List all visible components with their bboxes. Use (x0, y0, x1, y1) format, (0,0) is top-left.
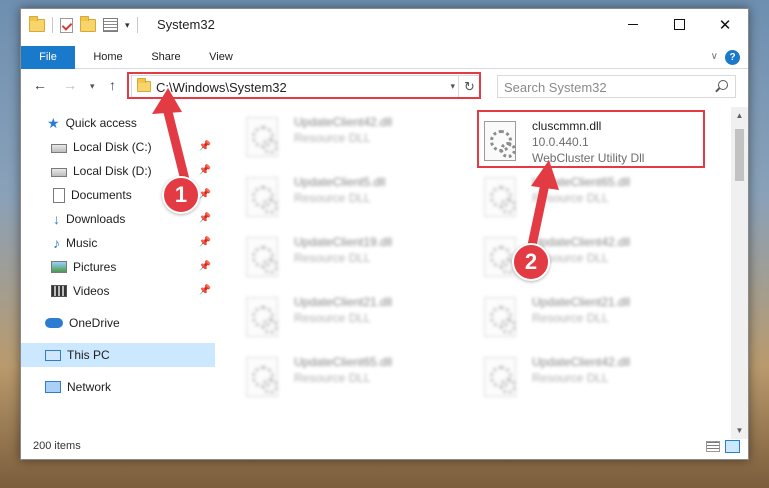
arrow-to-file (526, 179, 550, 255)
arrow-head-2 (531, 160, 559, 190)
arrow-head-1 (152, 88, 182, 114)
annotation-arrows (152, 88, 559, 255)
callout-step-1: 1 (162, 176, 200, 214)
callout-step-2: 2 (512, 243, 550, 281)
arrow-to-address-bar (163, 107, 190, 185)
